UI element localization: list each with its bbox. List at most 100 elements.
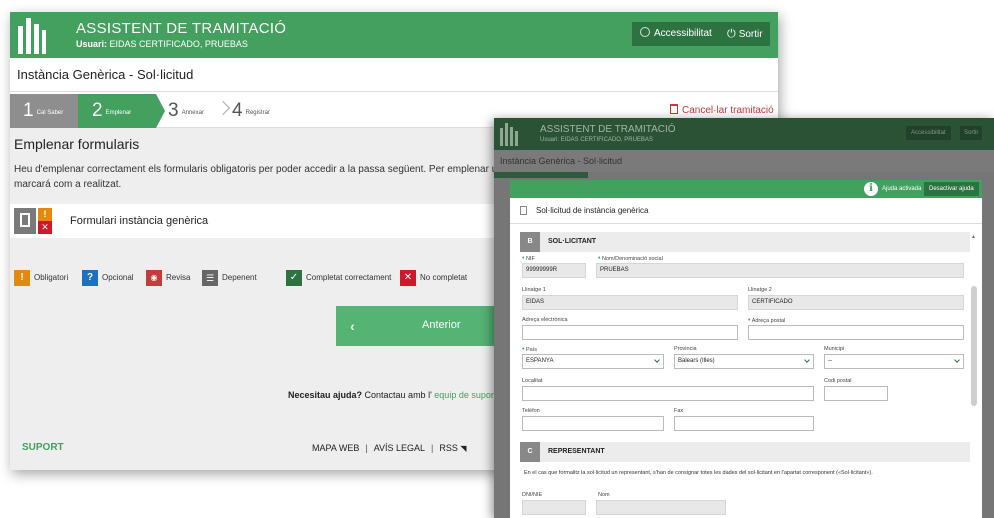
step-number: 1 xyxy=(23,100,34,121)
form-name[interactable]: Formulari instància genèrica xyxy=(70,204,208,238)
section-applicant: B SOL·LICITANT xyxy=(520,232,970,252)
previous-label: Anterior xyxy=(422,319,461,331)
disable-help-button[interactable]: Desactivar ajuda xyxy=(924,182,979,196)
section-name: REPRESENTANT xyxy=(548,448,605,455)
not-completed-icon: ✕ xyxy=(38,221,52,234)
legend-dependent: ☰ Depenent xyxy=(202,270,257,286)
province-select[interactable]: Balears (Illes) xyxy=(674,354,814,369)
dependent-icon: ☰ xyxy=(202,270,218,286)
screenshot-stage: ASSISTENT DE TRAMITACIÓ Usuari: EIDAS CE… xyxy=(0,0,994,518)
chevron-right-icon xyxy=(215,100,231,116)
chevron-left-icon: ‹ xyxy=(350,318,355,334)
scroll-up-icon[interactable]: ▲ xyxy=(971,234,976,240)
footer-separator: | xyxy=(365,443,368,453)
legal-link[interactable]: AVÍS LEGAL xyxy=(374,443,425,453)
previous-button[interactable]: ‹ Anterior xyxy=(336,306,506,346)
overlay-step-highlight xyxy=(494,172,588,178)
govern-logo-icon xyxy=(18,16,48,54)
legend-optional: ? Opcional xyxy=(82,270,134,286)
locality-label: Localitat xyxy=(522,378,543,384)
nom-label: Nom xyxy=(598,492,610,498)
footer-links: MAPA WEB | AVÍS LEGAL | RSS ◥ xyxy=(312,443,467,453)
front-page-title: Instància Genèrica - Sol·licitud xyxy=(494,150,994,172)
municipality-select[interactable]: -- xyxy=(824,354,964,369)
surname2-label: Llinatge 2 xyxy=(748,287,772,293)
footer-separator: | xyxy=(431,443,434,453)
nom-field[interactable] xyxy=(596,500,726,515)
step-cal-saber[interactable]: 1 Cal Saber xyxy=(10,94,78,128)
logout-label: Sortir xyxy=(738,29,763,40)
help-text: Necesitau ajuda? Contactau amb l' equip … xyxy=(288,390,494,400)
modal-scrollbar[interactable]: ▲ xyxy=(971,232,977,518)
country-select[interactable]: ESPANYA xyxy=(522,354,664,369)
modal-title: Sol·licitud de instància genèrica xyxy=(536,206,649,215)
chevron-down-icon xyxy=(804,357,810,363)
surname1-field[interactable]: EIDAS xyxy=(522,295,738,310)
step-number: 3 xyxy=(168,100,179,121)
section-name: SOL·LICITANT xyxy=(548,238,597,245)
representative-note: En el cas que formalitz la sol·licitud u… xyxy=(524,470,873,476)
legend-label: Obligatori xyxy=(34,273,69,283)
help-active-label: Ajuda activada xyxy=(882,186,922,192)
email-field[interactable] xyxy=(522,325,738,340)
accessibility-button[interactable]: Accessibilitat xyxy=(632,22,720,46)
accessibility-icon xyxy=(640,27,650,37)
address-field[interactable] xyxy=(748,325,964,340)
clipboard-icon xyxy=(14,208,36,234)
step-number: 4 xyxy=(232,100,243,121)
step-annexar[interactable]: 3 Annexar xyxy=(166,94,204,128)
step-label: Registrar xyxy=(245,110,270,116)
scroll-thumb[interactable] xyxy=(971,286,977,406)
nif-field[interactable]: 99999999R xyxy=(522,263,586,278)
cancel-label: Cancel·lar tramitació xyxy=(682,105,774,116)
postal-field[interactable] xyxy=(824,386,888,401)
legend-completed: ✓ Completat correctament xyxy=(286,270,391,286)
surname1-label: Llinatge 1 xyxy=(522,287,546,293)
info-icon: i xyxy=(864,182,878,196)
step-label: Emplenar xyxy=(105,110,132,116)
logout-button[interactable]: ⏻ Sortir xyxy=(720,22,770,46)
step-label: Cal Saber xyxy=(36,110,64,116)
step-emplenar[interactable]: 2 Emplenar xyxy=(78,94,165,128)
province-label: Provincia xyxy=(674,346,697,352)
municipality-label: Municipi xyxy=(824,346,845,352)
rss-link[interactable]: RSS xyxy=(439,443,458,453)
front-app-header: ASSISTENT DE TRAMITACIÓ Usuari: EIDAS CE… xyxy=(494,118,994,150)
help-text-plain: Contactau amb l' xyxy=(362,390,432,400)
chevron-down-icon xyxy=(654,357,660,363)
front-accessibility-button[interactable]: Accessibilitat xyxy=(906,126,951,140)
trash-icon xyxy=(670,104,678,114)
fax-field[interactable] xyxy=(674,416,814,431)
phone-field[interactable] xyxy=(522,416,664,431)
locality-field[interactable] xyxy=(522,386,814,401)
step-label: Annexar xyxy=(181,110,204,116)
question-icon: ? xyxy=(82,270,98,286)
exclamation-icon: ! xyxy=(14,270,30,286)
legend-label: Completat correctament xyxy=(306,273,392,283)
support-link[interactable]: SUPORT xyxy=(22,442,64,453)
mandatory-icon: ! xyxy=(38,208,52,221)
legend-mandatory: ! Obligatori xyxy=(14,270,68,286)
section-letter: B xyxy=(520,232,540,252)
power-icon: ⏻ xyxy=(727,28,736,40)
sitemap-link[interactable]: MAPA WEB xyxy=(312,443,359,453)
section-letter: C xyxy=(520,442,540,462)
legend-label: No completat xyxy=(420,273,468,283)
step-number: 2 xyxy=(92,100,103,121)
app-header: ASSISTENT DE TRAMITACIÓ Usuari: EIDAS CE… xyxy=(10,12,778,58)
name-field[interactable]: PRUEBAS xyxy=(596,263,964,278)
step-registrar[interactable]: 4 Registrar xyxy=(232,94,270,128)
phone-label: Telèfon xyxy=(522,408,540,414)
country-label: • País xyxy=(522,346,537,353)
chevron-down-icon xyxy=(954,357,960,363)
help-bold: Necesitau ajuda? xyxy=(288,390,363,400)
surname2-field[interactable]: CERTIFICADO xyxy=(748,295,964,310)
support-team-link[interactable]: equip de supor xyxy=(432,390,494,400)
municipality-value: -- xyxy=(828,358,832,364)
legend-label: Revisa xyxy=(166,273,191,283)
dni-field[interactable] xyxy=(522,500,586,515)
user-name: EIDAS CERTIFICADO, PRUEBAS xyxy=(109,39,248,49)
accessibility-label: Accessibilitat xyxy=(654,28,712,39)
page-title: Instància Genèrica - Sol·licitud xyxy=(10,58,778,92)
front-logout-button[interactable]: Sortir xyxy=(960,126,983,140)
